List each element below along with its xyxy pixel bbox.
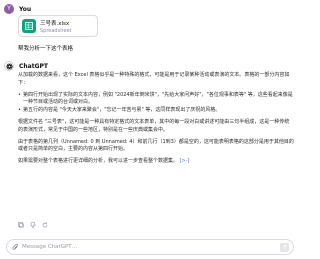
assistant-header: ChatGPT <box>4 61 48 71</box>
user-message: 帮我分析一下这个表格 <box>18 46 74 52</box>
assistant-answer: 从加载的数据来看，这个 Excel 表格似乎是一种特殊的格式，可能是用于记录某种… <box>18 72 294 170</box>
answer-bullet: 第四行开始出现了实际的文本内容，例如 "2024新年倒米饼"，"先给大家问声好"… <box>18 92 294 107</box>
answer-intro: 从加载的数据来看，这个 Excel 表格似乎是一种特殊的格式，可能是用于记录某种… <box>18 72 290 86</box>
assistant-name: ChatGPT <box>19 62 49 70</box>
copy-icon[interactable] <box>18 222 24 228</box>
answer-paragraph: 根据文件名 "三号表"，这可能是一种具有特定格式的文本表单，其中的每一段对白或讲… <box>18 118 290 133</box>
answer-bullet: 第五行的内容是 "今天大家来聚会"，"忘记一年苦与累" 等，这同样表现出了庆祝的… <box>18 107 294 115</box>
message-actions <box>18 222 48 228</box>
spreadsheet-icon <box>22 19 36 33</box>
message-input[interactable] <box>22 244 280 250</box>
answer-paragraph: 由于表格的第几列（Unnamed: 0 到 Unnamed: 4）和前几行（1到… <box>18 138 294 153</box>
regenerate-icon[interactable] <box>42 222 48 228</box>
chatgpt-logo-icon <box>4 61 14 71</box>
analysis-citation-link[interactable]: [>-] <box>180 158 190 164</box>
answer-paragraph-final: 如果需要对整个表格进行更详细的分析，我可以进一步查看整个数据集。 [>-] <box>18 158 294 166</box>
file-type: Spreadsheet <box>40 27 72 34</box>
answer-bullet-list: 第四行开始出现了实际的文本内容，例如 "2024新年倒米饼"，"先给大家问声好"… <box>18 92 294 115</box>
user-header: Y You <box>4 4 31 14</box>
message-composer <box>6 239 294 255</box>
answer-closing-text: 如果需要对整个表格进行更详细的分析，我可以进一步查看整个数据集。 <box>18 158 179 165</box>
thumbs-down-icon[interactable] <box>30 222 36 228</box>
user-avatar: Y <box>4 4 14 14</box>
file-name: 三号表.xlsx <box>40 20 70 27</box>
paperclip-icon[interactable] <box>11 243 19 251</box>
file-attachment-card[interactable]: 三号表.xlsx Spreadsheet <box>18 15 98 37</box>
send-arrow-icon[interactable] <box>280 242 289 252</box>
user-name: You <box>19 5 32 13</box>
